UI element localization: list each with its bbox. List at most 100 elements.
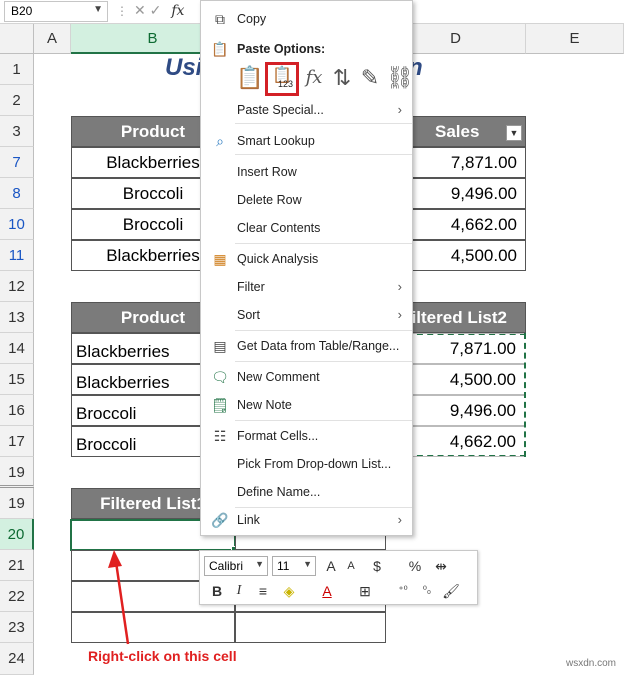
bold-button[interactable]: B xyxy=(208,582,226,600)
menu-item-copy[interactable]: ⧉ Copy xyxy=(201,7,412,31)
row-header[interactable]: 19 xyxy=(0,457,34,488)
comment-icon: 🗨 xyxy=(211,369,229,385)
row-header[interactable]: 3 xyxy=(0,116,34,147)
filter-dropdown-icon[interactable]: ▼ xyxy=(506,125,522,141)
format-painter-icon[interactable]: 🖌 xyxy=(442,582,460,600)
table-cell[interactable] xyxy=(71,612,235,643)
chevron-right-icon: › xyxy=(397,102,402,117)
watermark: wsxdn.com xyxy=(565,658,616,669)
chevron-down-icon[interactable]: ▼ xyxy=(303,559,312,569)
row-header[interactable]: 1 xyxy=(0,54,34,85)
paste-values-label: 123 xyxy=(278,79,294,89)
format-cells-icon: ☷ xyxy=(213,428,227,444)
row-header[interactable]: 12 xyxy=(0,271,34,302)
column-header-a[interactable]: A xyxy=(34,24,71,54)
chevron-down-icon[interactable]: ▼ xyxy=(255,559,264,569)
row-header[interactable]: 24 xyxy=(0,643,34,675)
name-box[interactable]: B20 ▼ xyxy=(4,1,108,22)
row-header[interactable]: 11 xyxy=(0,240,34,271)
clipboard-icon: 📋 xyxy=(211,41,229,57)
row-header[interactable]: 7 xyxy=(0,147,34,178)
row-header[interactable]: 23 xyxy=(0,612,34,643)
row-header[interactable]: 14 xyxy=(0,333,34,364)
annotation-text: Right-click on this cell xyxy=(88,648,237,664)
menu-divider xyxy=(235,361,412,362)
row-header[interactable]: 22 xyxy=(0,581,34,612)
chevron-right-icon: › xyxy=(397,279,402,294)
comma-style-icon[interactable]: ⇹ xyxy=(432,557,450,575)
font-name-box[interactable]: Calibri ▼ xyxy=(204,556,268,576)
paste-values-button[interactable]: 📋 123 xyxy=(265,62,299,96)
table-cell[interactable] xyxy=(235,612,386,643)
copy-icon: ⧉ xyxy=(215,11,225,27)
menu-item-sort[interactable]: Sort › xyxy=(201,303,412,327)
menu-divider xyxy=(235,154,412,155)
mini-toolbar: Calibri ▼ 11 ▼ A A $ % ⇹ B I ≡ ◈ A ⊞ ⁺⁰ ⁰₀… xyxy=(199,550,478,605)
row-header[interactable]: 16 xyxy=(0,395,34,426)
row-header[interactable]: 13 xyxy=(0,302,34,333)
menu-divider xyxy=(235,330,412,331)
search-icon: ⌕ xyxy=(216,133,224,149)
percent-icon[interactable]: % xyxy=(406,557,424,575)
menu-paste-options-label: 📋 Paste Options: xyxy=(211,41,326,57)
column-header-e[interactable]: E xyxy=(526,24,624,54)
paste-link-icon[interactable]: ⛓ xyxy=(386,64,414,92)
row-header[interactable]: 15 xyxy=(0,364,34,395)
menu-item-paste-special[interactable]: Paste Special... › xyxy=(201,98,412,122)
borders-icon[interactable]: ⊞ xyxy=(356,582,374,600)
currency-icon[interactable]: $ xyxy=(368,557,386,575)
menu-item-pick-list[interactable]: Pick From Drop-down List... xyxy=(201,452,412,476)
menu-item-new-comment[interactable]: 🗨 New Comment xyxy=(201,365,412,389)
menu-item-delete-row[interactable]: Delete Row xyxy=(201,188,412,212)
paste-formatting-icon[interactable]: ✎ xyxy=(356,64,384,92)
row-header[interactable]: 20 xyxy=(0,519,34,550)
row-header[interactable]: 8 xyxy=(0,178,34,209)
chevron-right-icon: › xyxy=(397,307,402,322)
font-size-box[interactable]: 11 ▼ xyxy=(272,556,316,576)
table-icon: ▤ xyxy=(213,338,227,354)
decrease-decimal-icon[interactable]: ⁰₀ xyxy=(418,582,436,600)
chevron-down-icon[interactable]: ▼ xyxy=(93,4,103,15)
sheet-title: Usi n xyxy=(165,54,423,81)
cancel-icon[interactable]: ✕ xyxy=(134,2,146,18)
menu-item-format-cells[interactable]: ☷ Format Cells... xyxy=(201,424,412,448)
menu-item-clear-contents[interactable]: Clear Contents xyxy=(201,216,412,240)
menu-divider xyxy=(235,420,412,421)
increase-decimal-icon[interactable]: ⁺⁰ xyxy=(394,582,412,600)
paste-transpose-icon[interactable]: ⇅ xyxy=(328,64,356,92)
align-center-icon[interactable]: ≡ xyxy=(254,582,272,600)
name-box-value: B20 xyxy=(11,4,33,18)
menu-item-get-data[interactable]: ▤ Get Data from Table/Range... xyxy=(201,334,412,358)
annotation-arrow-icon xyxy=(108,550,130,645)
row-header[interactable]: 19 xyxy=(0,488,34,519)
link-icon: 🔗 xyxy=(211,512,229,528)
italic-button[interactable]: I xyxy=(230,582,248,600)
row-header[interactable]: 17 xyxy=(0,426,34,457)
menu-item-insert-row[interactable]: Insert Row xyxy=(201,160,412,184)
decrease-font-icon[interactable]: A xyxy=(342,557,360,575)
menu-item-define-name[interactable]: Define Name... xyxy=(201,480,412,504)
fx-icon[interactable]: fx xyxy=(171,3,184,19)
menu-item-link[interactable]: 🔗 Link › xyxy=(201,508,412,532)
chevron-right-icon: › xyxy=(397,512,402,527)
menu-divider xyxy=(235,243,412,244)
grip-icon: ⋮ xyxy=(116,4,128,18)
fill-color-icon[interactable]: ◈ xyxy=(280,582,298,600)
menu-item-quick-analysis[interactable]: ▦ Quick Analysis xyxy=(201,247,412,271)
paste-formulas-icon[interactable]: 𝑓x xyxy=(300,64,328,92)
menu-item-new-note[interactable]: 🗒 New Note xyxy=(201,393,412,417)
note-icon: 🗒 xyxy=(211,397,229,413)
row-header[interactable]: 2 xyxy=(0,85,34,116)
row-header[interactable]: 21 xyxy=(0,550,34,581)
select-all-corner[interactable] xyxy=(0,24,34,54)
quick-analysis-icon: ▦ xyxy=(213,251,227,267)
confirm-icon[interactable]: ✓ xyxy=(150,2,162,18)
menu-divider xyxy=(235,123,412,124)
increase-font-icon[interactable]: A xyxy=(322,557,340,575)
row-header[interactable]: 10 xyxy=(0,209,34,240)
font-color-icon[interactable]: A xyxy=(318,582,336,600)
paste-icon[interactable]: 📋 xyxy=(236,64,264,92)
menu-item-filter[interactable]: Filter › xyxy=(201,275,412,299)
menu-item-smart-lookup[interactable]: ⌕ Smart Lookup xyxy=(201,129,412,153)
formula-bar-icons: ✕ ✓ fx xyxy=(134,2,204,22)
